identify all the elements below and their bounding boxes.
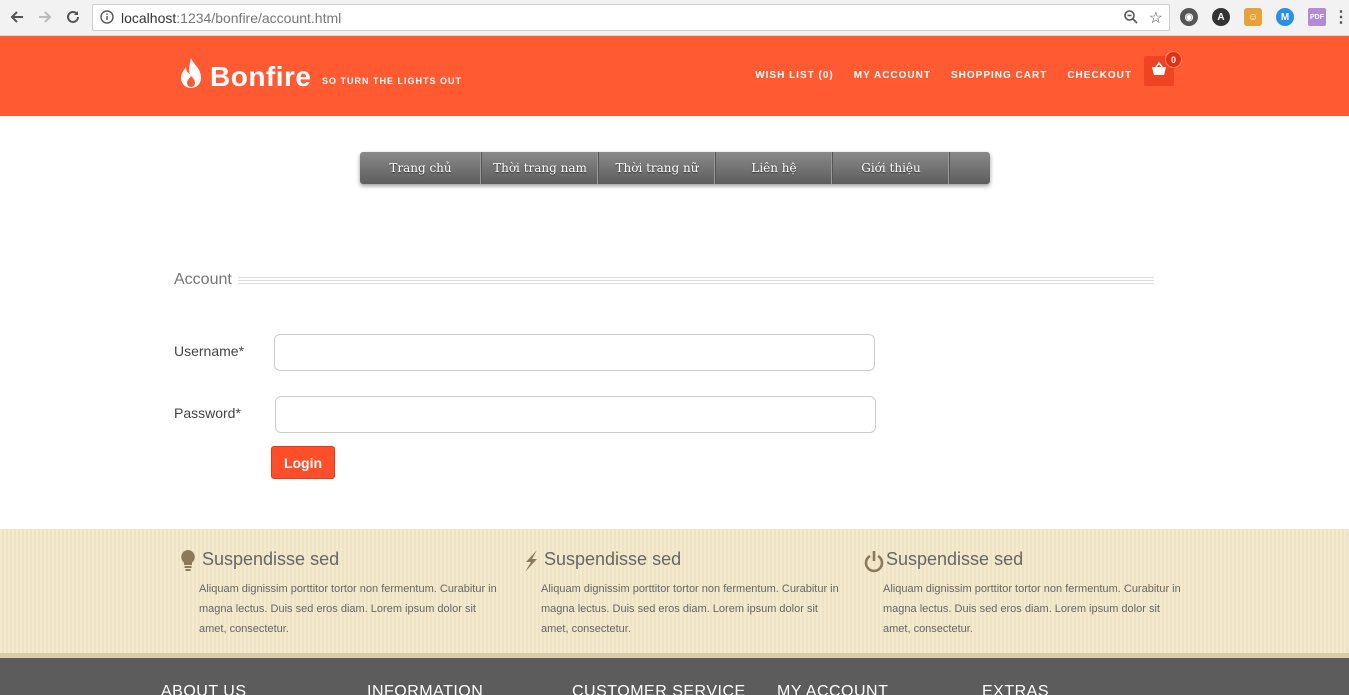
password-label: Password* [174, 405, 241, 421]
page-title: Account [174, 271, 232, 288]
browser-menu-icon[interactable]: ⋮ [1333, 8, 1349, 26]
site-footer: ABOUT US INFORMATION CUSTOMER SERVICE MY… [0, 658, 1349, 695]
checkout-link[interactable]: CHECKOUT [1067, 70, 1132, 81]
menu-item-men[interactable]: Thời trang nam [482, 152, 599, 184]
feature-text: Aliquam dignissim porttitor tortor non f… [541, 583, 839, 635]
lightbulb-icon [180, 549, 196, 578]
feature-title: Suspendisse sed [202, 549, 340, 569]
forward-icon[interactable] [34, 6, 56, 28]
logo-text: Bonfire [210, 60, 312, 92]
lightning-icon [522, 549, 540, 578]
footer-heading-information: INFORMATION [367, 683, 484, 695]
feature-title: Suspendisse sed [544, 549, 682, 569]
footer-heading-my-account: MY ACCOUNT [777, 683, 889, 695]
bookmark-star-icon[interactable]: ☆ [1149, 8, 1163, 28]
feature-text: Aliquam dignissim porttitor tortor non f… [199, 583, 497, 635]
password-input[interactable] [275, 396, 876, 433]
basket-icon [1151, 61, 1167, 81]
login-button[interactable]: Login [271, 446, 335, 479]
site-header: Bonfire SO TURN THE LIGHTS OUT WISH LIST… [0, 36, 1349, 116]
username-input[interactable] [274, 334, 875, 371]
back-icon[interactable] [6, 6, 28, 28]
url-text: localhost:1234/bonfire/account.html [121, 10, 342, 26]
features-section: Suspendisse sed Aliquam dignissim portti… [0, 529, 1349, 658]
cart-count-badge: 0 [1165, 51, 1182, 68]
my-account-link[interactable]: MY ACCOUNT [854, 70, 931, 81]
logo[interactable]: Bonfire [176, 56, 312, 97]
footer-heading-customer-service: CUSTOMER SERVICE [572, 683, 746, 695]
browser-toolbar: localhost:1234/bonfire/account.html ☆ ◉ … [0, 0, 1349, 36]
feature-text: Aliquam dignissim porttitor tortor non f… [883, 583, 1181, 635]
extension-icon[interactable]: A [1212, 8, 1230, 26]
feature-title: Suspendisse sed [886, 549, 1024, 569]
extension-icon[interactable]: M [1276, 8, 1294, 26]
shopping-cart-link[interactable]: SHOPPING CART [951, 70, 1047, 81]
zoom-icon[interactable] [1123, 9, 1139, 30]
info-icon[interactable] [100, 10, 114, 29]
tagline: SO TURN THE LIGHTS OUT [322, 76, 462, 86]
pdf-extension-icon[interactable]: PDF [1308, 8, 1326, 26]
footer-heading-extras: EXTRAS [982, 683, 1050, 695]
title-divider [238, 277, 1154, 285]
main-menu: Trang chủ Thời trang nam Thời trang nữ L… [360, 152, 990, 184]
menu-item-women[interactable]: Thời trang nữ [599, 152, 716, 184]
footer-heading-about: ABOUT US [161, 683, 247, 695]
menu-item-contact[interactable]: Liên hệ [716, 152, 833, 184]
menu-item-home[interactable]: Trang chủ [360, 152, 482, 184]
username-label: Username* [174, 343, 245, 359]
flame-icon [176, 56, 206, 97]
extension-icon[interactable]: ☺ [1244, 8, 1262, 26]
power-icon [864, 549, 884, 578]
extension-icon[interactable]: ◉ [1180, 8, 1198, 26]
reload-icon[interactable] [62, 6, 84, 28]
wishlist-link[interactable]: WISH LIST (0) [755, 70, 834, 81]
menu-item-about[interactable]: Giới thiệu [833, 152, 950, 184]
top-links: WISH LIST (0) MY ACCOUNT SHOPPING CART C… [755, 70, 1132, 81]
address-bar[interactable]: localhost:1234/bonfire/account.html ☆ [92, 4, 1170, 31]
